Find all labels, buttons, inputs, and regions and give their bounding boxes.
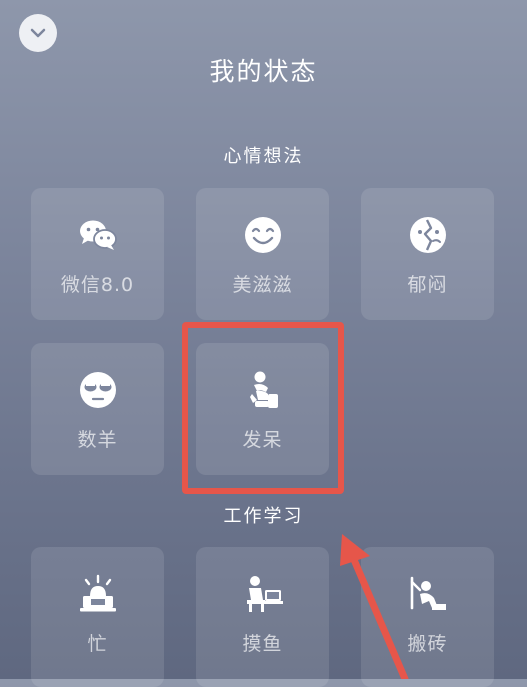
status-label: 摸鱼 — [242, 633, 283, 655]
status-tile-busy[interactable]: 忙 — [31, 547, 164, 687]
page-title: 我的状态 — [209, 57, 318, 86]
status-tile-depressed[interactable]: 郁闷 — [361, 188, 494, 320]
status-label: 郁闷 — [407, 274, 448, 296]
highlight-box — [182, 322, 344, 494]
status-label: 美滋滋 — [232, 274, 293, 296]
status-tile-happy[interactable]: 美滋滋 — [196, 188, 329, 320]
broken-heart-icon — [409, 217, 446, 253]
pointer-arrow — [340, 534, 409, 679]
collapse-button[interactable] — [19, 14, 57, 52]
chevron-down-icon — [30, 28, 46, 38]
status-label: 忙 — [87, 633, 108, 655]
status-label: 微信8.0 — [60, 274, 135, 296]
section-title-work-study: 工作学习 — [223, 506, 304, 527]
status-label: 数羊 — [77, 429, 118, 451]
status-tile-slacking[interactable]: 摸鱼 — [196, 547, 329, 687]
status-tile-counting-sheep[interactable]: 数羊 — [31, 343, 164, 475]
section-title-mood: 心情想法 — [223, 146, 304, 167]
smile-icon — [244, 217, 281, 253]
slacking-person-icon — [246, 576, 283, 612]
sleepy-face-icon — [79, 372, 116, 408]
busy-laptop-icon — [79, 574, 116, 612]
wechat-icon — [79, 220, 117, 250]
status-tile-wechat[interactable]: 微信8.0 — [31, 188, 164, 320]
